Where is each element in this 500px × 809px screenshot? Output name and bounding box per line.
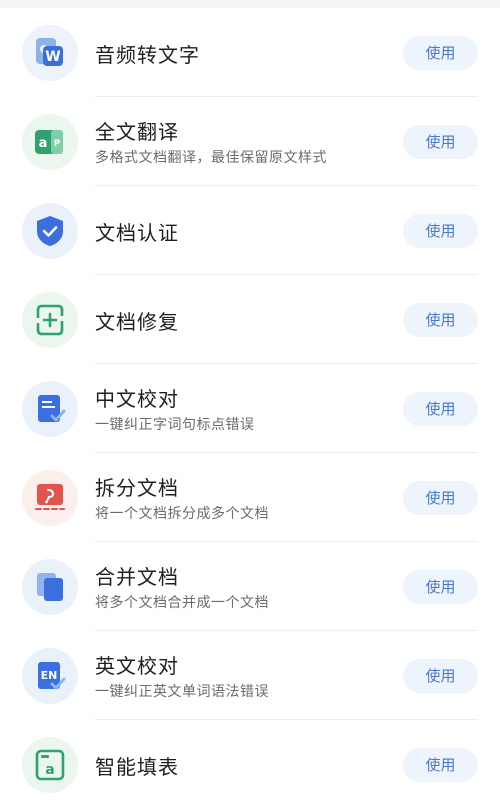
tool-row-document-repair[interactable]: 文档修复 使用 — [0, 275, 500, 364]
use-button[interactable]: 使用 — [403, 36, 478, 70]
tool-subtitle: 一键纠正字词句标点错误 — [95, 417, 255, 433]
tool-title: 全文翻译 — [95, 120, 179, 144]
audio-to-text-icon: W — [22, 25, 78, 81]
tool-row-merge-documents[interactable]: 合并文档 将多个文档合并成一个文档 使用 — [0, 542, 500, 631]
tool-title: 合并文档 — [95, 565, 179, 589]
use-button[interactable]: 使用 — [403, 481, 478, 515]
tool-row-document-certify[interactable]: 文档认证 使用 — [0, 186, 500, 275]
tool-row-smart-form[interactable]: a 智能填表 使用 — [0, 720, 500, 809]
use-button[interactable]: 使用 — [403, 214, 478, 248]
use-button[interactable]: 使用 — [403, 748, 478, 782]
svg-text:W: W — [45, 49, 60, 65]
tool-row-english-proofread[interactable]: EN 英文校对 一键纠正英文单词语法错误 使用 — [0, 631, 500, 720]
tool-title: 音频转文字 — [95, 43, 200, 67]
document-repair-icon — [22, 292, 78, 348]
translate-icon: a P — [22, 114, 78, 170]
split-document-icon — [22, 470, 78, 526]
tool-subtitle: 将一个文档拆分成多个文档 — [95, 506, 269, 522]
svg-text:a: a — [39, 136, 48, 151]
svg-text:a: a — [45, 762, 54, 778]
use-button[interactable]: 使用 — [403, 392, 478, 426]
shield-check-icon — [22, 203, 78, 259]
tool-title: 文档认证 — [95, 221, 179, 245]
english-proofread-icon: EN — [22, 648, 78, 704]
tool-subtitle: 多格式文档翻译，最佳保留原文样式 — [95, 150, 327, 166]
svg-text:EN: EN — [41, 669, 58, 682]
tool-subtitle: 一键纠正英文单词语法错误 — [95, 684, 269, 700]
use-button[interactable]: 使用 — [403, 659, 478, 693]
merge-documents-icon — [22, 559, 78, 615]
top-band — [0, 0, 500, 8]
use-button[interactable]: 使用 — [403, 303, 478, 337]
use-button[interactable]: 使用 — [403, 570, 478, 604]
tool-row-translate[interactable]: a P 全文翻译 多格式文档翻译，最佳保留原文样式 使用 — [0, 97, 500, 186]
tool-list: W 音频转文字 使用 a P 全文翻译 多格式文档翻译，最佳保留原文样式 使用 — [0, 8, 500, 809]
tool-subtitle: 将多个文档合并成一个文档 — [95, 595, 269, 611]
tool-title: 智能填表 — [95, 755, 179, 779]
tool-row-audio-to-text[interactable]: W 音频转文字 使用 — [0, 8, 500, 97]
tool-title: 拆分文档 — [95, 476, 179, 500]
tool-title: 英文校对 — [95, 654, 179, 678]
tool-title: 中文校对 — [95, 387, 179, 411]
use-button[interactable]: 使用 — [403, 125, 478, 159]
chinese-proofread-icon — [22, 381, 78, 437]
smart-form-icon: a — [22, 737, 78, 793]
svg-text:P: P — [54, 139, 61, 149]
tool-row-split-document[interactable]: 拆分文档 将一个文档拆分成多个文档 使用 — [0, 453, 500, 542]
tool-row-chinese-proofread[interactable]: 中文校对 一键纠正字词句标点错误 使用 — [0, 364, 500, 453]
tool-title: 文档修复 — [95, 310, 179, 334]
